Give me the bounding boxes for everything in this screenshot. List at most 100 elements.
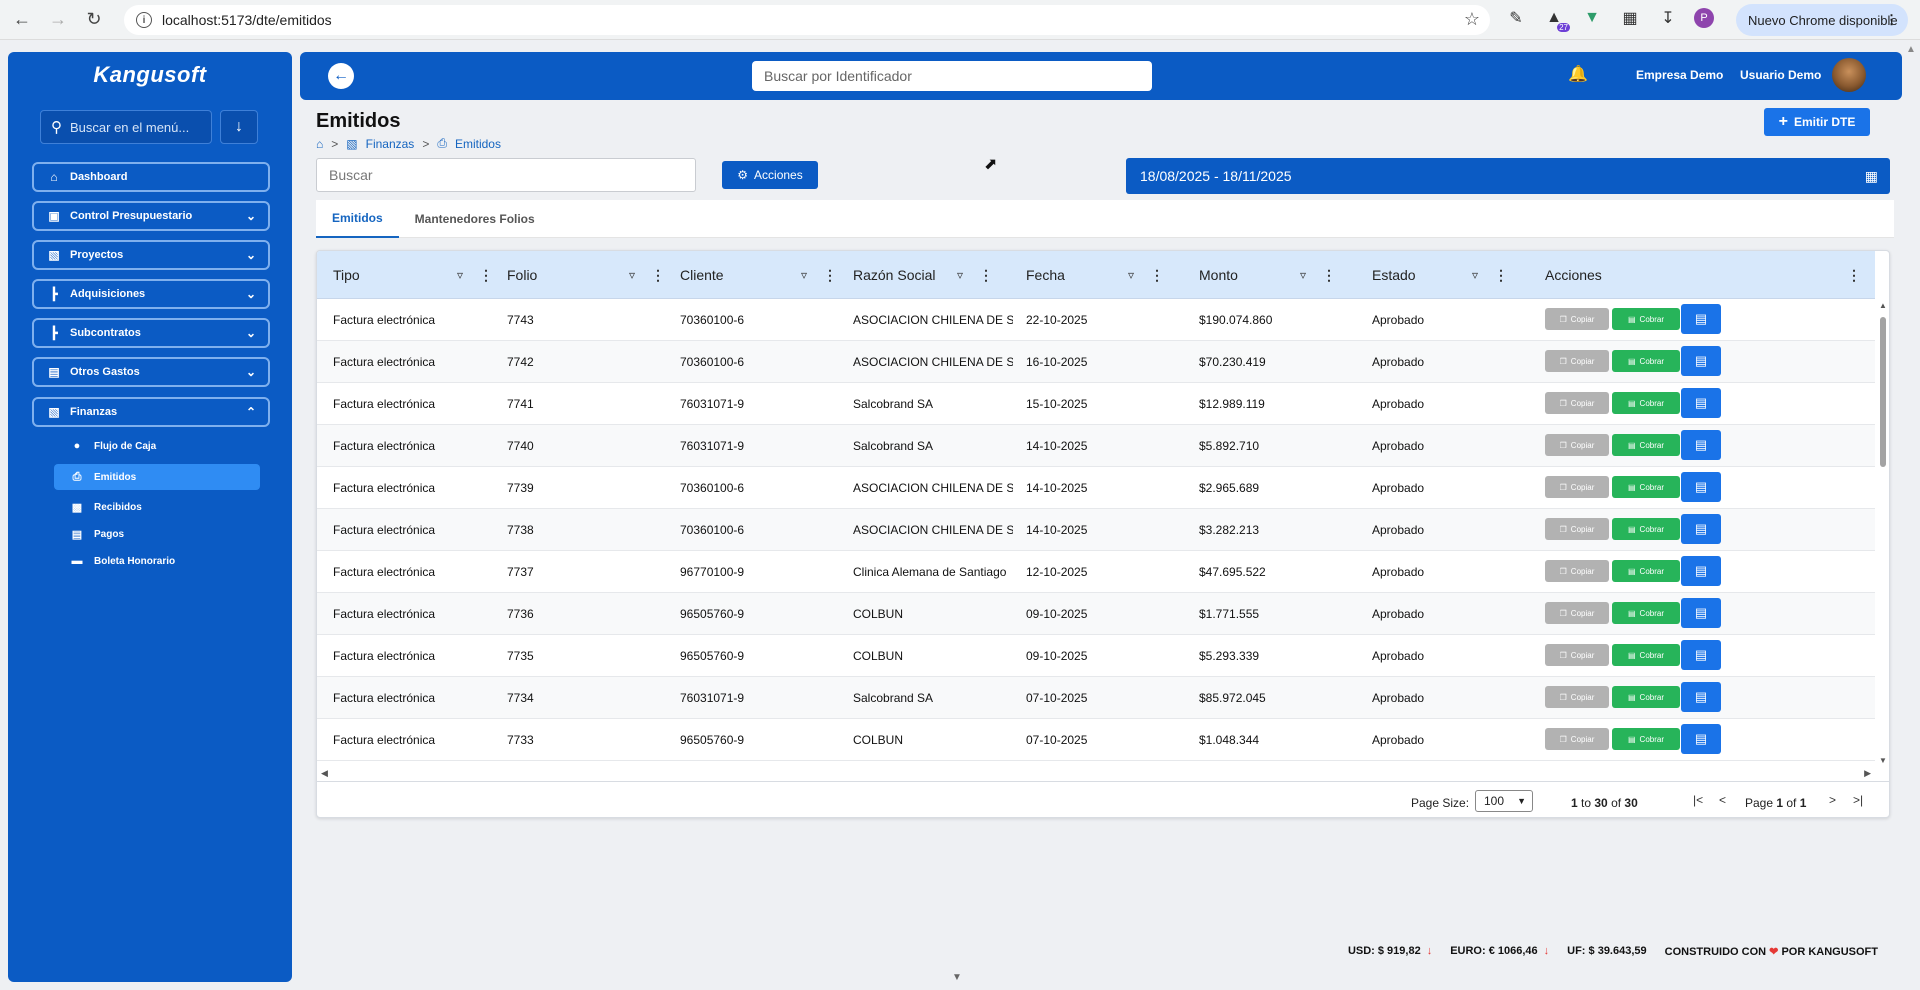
pdf-button[interactable]: ▤ [1681, 304, 1721, 334]
pdf-button[interactable]: ▤ [1681, 388, 1721, 418]
bookmark-star-icon[interactable]: ☆ [1464, 9, 1480, 30]
table-row[interactable]: Factura electrónica 7739 70360100-6 ASOCIAC… [317, 467, 1875, 509]
table-row[interactable]: Factura electrónica 7737 96770100-9 Clinica… [317, 551, 1875, 593]
cobrar-button[interactable]: ▤ Cobrar [1612, 602, 1680, 624]
menu-collapse-button[interactable]: ↓ [220, 110, 258, 144]
company-name[interactable]: Empresa Demo [1636, 68, 1723, 82]
sidebar-item-proyectos[interactable]: ▧ Proyectos ⌄ [32, 240, 270, 270]
cobrar-button[interactable]: ▤ Cobrar [1612, 686, 1680, 708]
table-row[interactable]: Factura electrónica 7733 96505760-9 COLBUN 0… [317, 719, 1875, 761]
pdf-button[interactable]: ▤ [1681, 430, 1721, 460]
puzzle-extensions-icon[interactable]: ▦ [1618, 6, 1642, 30]
copiar-button[interactable]: ❐ Copiar [1545, 560, 1609, 582]
copiar-button[interactable]: ❐ Copiar [1545, 602, 1609, 624]
col-header-estado[interactable]: Estado ▿ ⋮ [1372, 251, 1542, 299]
user-name[interactable]: Usuario Demo [1740, 68, 1821, 82]
bell-icon[interactable]: 🔔 [1568, 64, 1588, 84]
copiar-button[interactable]: ❐ Copiar [1545, 392, 1609, 414]
previous-page-icon[interactable]: < [1719, 793, 1726, 807]
pdf-button[interactable]: ▤ [1681, 640, 1721, 670]
sidebar-subitem-flujo-de-caja[interactable]: ● Flujo de Caja [54, 433, 260, 459]
chrome-menu-icon[interactable]: ⋮ [1885, 12, 1898, 28]
back-button[interactable]: ← [328, 63, 354, 89]
grid-vertical-scrollbar[interactable]: ▲ ▼ [1877, 299, 1889, 767]
sidebar-subitem-emitidos[interactable]: ⎙ Emitidos [54, 464, 260, 490]
cobrar-button[interactable]: ▤ Cobrar [1612, 308, 1680, 330]
tab-emitidos[interactable]: Emitidos [316, 200, 399, 238]
copiar-button[interactable]: ❐ Copiar [1545, 476, 1609, 498]
copiar-button[interactable]: ❐ Copiar [1545, 518, 1609, 540]
scroll-down-icon[interactable]: ▼ [1879, 756, 1887, 765]
copiar-button[interactable]: ❐ Copiar [1545, 728, 1609, 750]
table-search-input[interactable]: Buscar [316, 158, 696, 192]
copiar-button[interactable]: ❐ Copiar [1545, 308, 1609, 330]
app-logo[interactable]: Kangusoft [8, 62, 292, 88]
sidebar-item-dashboard[interactable]: ⌂ Dashboard [32, 162, 270, 192]
scroll-up-icon[interactable]: ▲ [1879, 301, 1887, 310]
tab-mantenedores-folios[interactable]: Mantenedores Folios [399, 200, 551, 238]
table-row[interactable]: Factura electrónica 7743 70360100-6 ASOCIAC… [317, 299, 1875, 341]
column-menu-icon[interactable]: ⋮ [651, 267, 665, 284]
copiar-button[interactable]: ❐ Copiar [1545, 686, 1609, 708]
filter-icon[interactable]: ▿ [1128, 268, 1134, 282]
identifier-search-input[interactable]: Buscar por Identificador [752, 61, 1152, 91]
pdf-button[interactable]: ▤ [1681, 724, 1721, 754]
table-row[interactable]: Factura electrónica 7742 70360100-6 ASOCIAC… [317, 341, 1875, 383]
pdf-button[interactable]: ▤ [1681, 682, 1721, 712]
profile-avatar[interactable]: P [1694, 8, 1714, 28]
last-page-icon[interactable]: >| [1853, 793, 1863, 807]
col-header-monto[interactable]: Monto ▿ ⋮ [1199, 251, 1369, 299]
menu-search-input[interactable]: ⚲ Buscar en el menú... [40, 110, 212, 144]
chevron-down-icon[interactable]: ▼ [952, 972, 962, 983]
scroll-up-icon[interactable]: ▲ [1906, 44, 1916, 55]
site-info-icon[interactable]: i [136, 12, 152, 28]
pdf-button[interactable]: ▤ [1681, 472, 1721, 502]
filter-icon[interactable]: ▿ [457, 268, 463, 282]
emitir-dte-button[interactable]: + Emitir DTE [1764, 108, 1870, 136]
pdf-button[interactable]: ▤ [1681, 556, 1721, 586]
sidebar-subitem-pagos[interactable]: ▤ Pagos [54, 521, 260, 547]
col-header-acciones[interactable]: Acciones ⋮ [1545, 251, 1865, 299]
table-row[interactable]: Factura electrónica 7735 96505760-9 COLBUN 0… [317, 635, 1875, 677]
column-menu-icon[interactable]: ⋮ [979, 267, 993, 284]
breadcrumb-finanzas[interactable]: Finanzas [366, 137, 415, 151]
sidebar-item-control-presupuestario[interactable]: ▣ Control Presupuestario ⌄ [32, 201, 270, 231]
filter-icon[interactable]: ▿ [957, 268, 963, 282]
copiar-button[interactable]: ❐ Copiar [1545, 644, 1609, 666]
first-page-icon[interactable]: |< [1693, 793, 1703, 807]
column-menu-icon[interactable]: ⋮ [1150, 267, 1164, 284]
forward-arrow-icon[interactable]: → [44, 6, 72, 34]
home-icon[interactable]: ⌂ [316, 137, 323, 151]
column-menu-icon[interactable]: ⋮ [823, 267, 837, 284]
copiar-button[interactable]: ❐ Copiar [1545, 350, 1609, 372]
vue-extension-icon[interactable]: ▼ [1580, 6, 1604, 30]
column-menu-icon[interactable]: ⋮ [1847, 267, 1861, 284]
next-page-icon[interactable]: > [1829, 793, 1836, 807]
scroll-right-icon[interactable]: ▶ [1864, 768, 1871, 779]
column-menu-icon[interactable]: ⋮ [1322, 267, 1336, 284]
breadcrumb-emitidos[interactable]: Emitidos [455, 137, 501, 151]
pen-extension-icon[interactable]: ✎ [1504, 6, 1528, 30]
sidebar-item-adquisiciones[interactable]: ┣ Adquisiciones ⌄ [32, 279, 270, 309]
date-range-picker[interactable]: 18/08/2025 - 18/11/2025 ▦ [1126, 158, 1890, 194]
download-icon[interactable]: ↧ [1656, 6, 1680, 30]
cobrar-button[interactable]: ▤ Cobrar [1612, 728, 1680, 750]
scroll-left-icon[interactable]: ◀ [321, 768, 328, 779]
back-arrow-icon[interactable]: ← [8, 6, 36, 34]
col-header-cliente[interactable]: Cliente ▿ ⋮ [680, 251, 850, 299]
table-row[interactable]: Factura electrónica 7741 76031071-9 Salcobr… [317, 383, 1875, 425]
cobrar-button[interactable]: ▤ Cobrar [1612, 518, 1680, 540]
filter-icon[interactable]: ▿ [1300, 268, 1306, 282]
page-size-select[interactable]: 100 ▼ [1475, 790, 1533, 812]
column-menu-icon[interactable]: ⋮ [1494, 267, 1508, 284]
filter-icon[interactable]: ▿ [1472, 268, 1478, 282]
page-scrollbar[interactable]: ▲ [1904, 44, 1918, 984]
cobrar-button[interactable]: ▤ Cobrar [1612, 392, 1680, 414]
table-row[interactable]: Factura electrónica 7734 76031071-9 Salcobr… [317, 677, 1875, 719]
table-row[interactable]: Factura electrónica 7740 76031071-9 Salcobr… [317, 425, 1875, 467]
cobrar-button[interactable]: ▤ Cobrar [1612, 476, 1680, 498]
filter-icon[interactable]: ▿ [629, 268, 635, 282]
cobrar-button[interactable]: ▤ Cobrar [1612, 350, 1680, 372]
cobrar-button[interactable]: ▤ Cobrar [1612, 434, 1680, 456]
filter-icon[interactable]: ▿ [801, 268, 807, 282]
